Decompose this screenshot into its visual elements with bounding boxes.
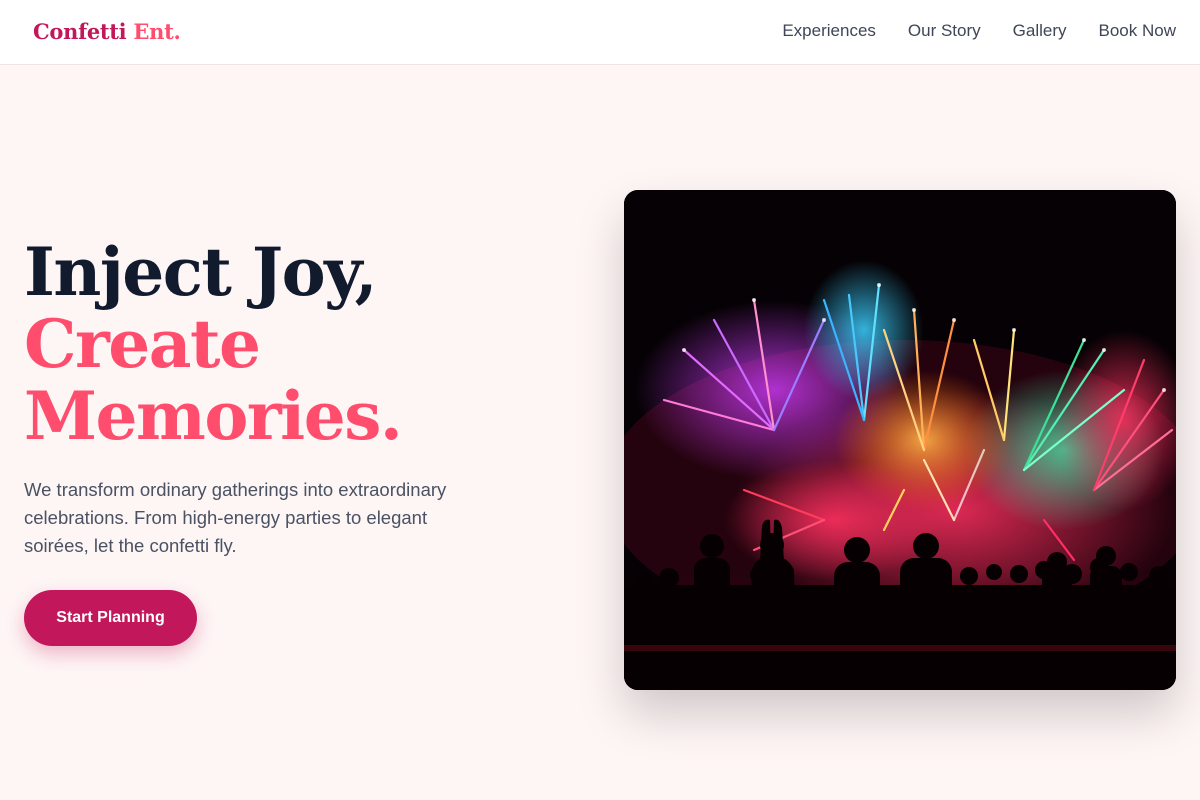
headline-line-2: Create [24, 305, 261, 383]
start-planning-button[interactable]: Start Planning [24, 590, 197, 646]
logo-word-accent: Ent. [133, 19, 181, 44]
nav-link-experiences[interactable]: Experiences [782, 21, 876, 41]
hero-lead-text: We transform ordinary gatherings into ex… [24, 479, 447, 556]
brand-logo[interactable]: Confetti Ent. [33, 19, 181, 44]
logo-word-primary: Confetti [33, 19, 127, 44]
nav-link-book-now[interactable]: Book Now [1099, 21, 1176, 41]
main-nav: Experiences Our Story Gallery Book Now [782, 21, 1176, 41]
nav-link-our-story[interactable]: Our Story [908, 21, 981, 41]
headline-line-1: Inject Joy, [24, 233, 378, 311]
site-header: Confetti Ent. Experiences Our Story Gall… [0, 0, 1200, 65]
nav-link-gallery[interactable]: Gallery [1013, 21, 1067, 41]
fireworks-illustration [624, 190, 1176, 690]
hero-headline: Inject Joy, Create Memories. [24, 233, 403, 455]
hero-image-fireworks [624, 190, 1176, 690]
headline-line-3: Memories. [24, 377, 403, 455]
